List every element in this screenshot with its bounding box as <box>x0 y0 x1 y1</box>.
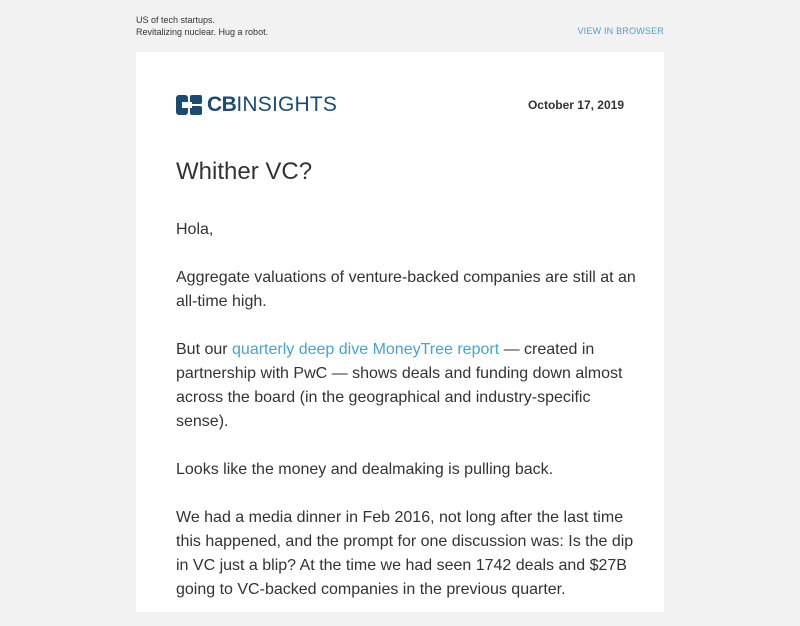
cb-insights-logo[interactable]: CB INSIGHTS <box>176 93 337 117</box>
paragraph-2-prefix: But our <box>176 341 233 358</box>
paragraph-4: We had a media dinner in Feb 2016, not l… <box>176 509 634 598</box>
email-body: Hola, Aggregate valuations of venture-ba… <box>176 218 636 626</box>
moneytree-report-link[interactable]: quarterly deep dive MoneyTree report <box>232 341 499 358</box>
logo-text-cb: CB <box>207 93 237 116</box>
preheader-text: US of tech startups. Revitalizing nuclea… <box>136 14 268 38</box>
view-in-browser-link[interactable]: VIEW IN BROWSER <box>577 25 664 37</box>
cb-insights-logo-mark-icon <box>176 95 202 115</box>
greeting: Hola, <box>176 221 214 238</box>
email-card: CB INSIGHTS October 17, 2019 Whither VC?… <box>136 52 664 612</box>
email-title: Whither VC? <box>176 158 313 185</box>
preheader: US of tech startups. Revitalizing nuclea… <box>136 14 664 38</box>
logo-text-insights: INSIGHTS <box>236 93 338 116</box>
paragraph-1: Aggregate valuations of venture-backed c… <box>176 269 636 310</box>
paragraph-3: Looks like the money and dealmaking is p… <box>176 461 554 478</box>
preheader-line-1: US of tech startups. <box>136 15 216 25</box>
preheader-line-2: Revitalizing nuclear. Hug a robot. <box>136 27 269 37</box>
paragraph-2: But our quarterly deep dive MoneyTree re… <box>176 338 636 434</box>
email-header: CB INSIGHTS October 17, 2019 <box>176 93 624 117</box>
email-date: October 17, 2019 <box>527 98 624 112</box>
